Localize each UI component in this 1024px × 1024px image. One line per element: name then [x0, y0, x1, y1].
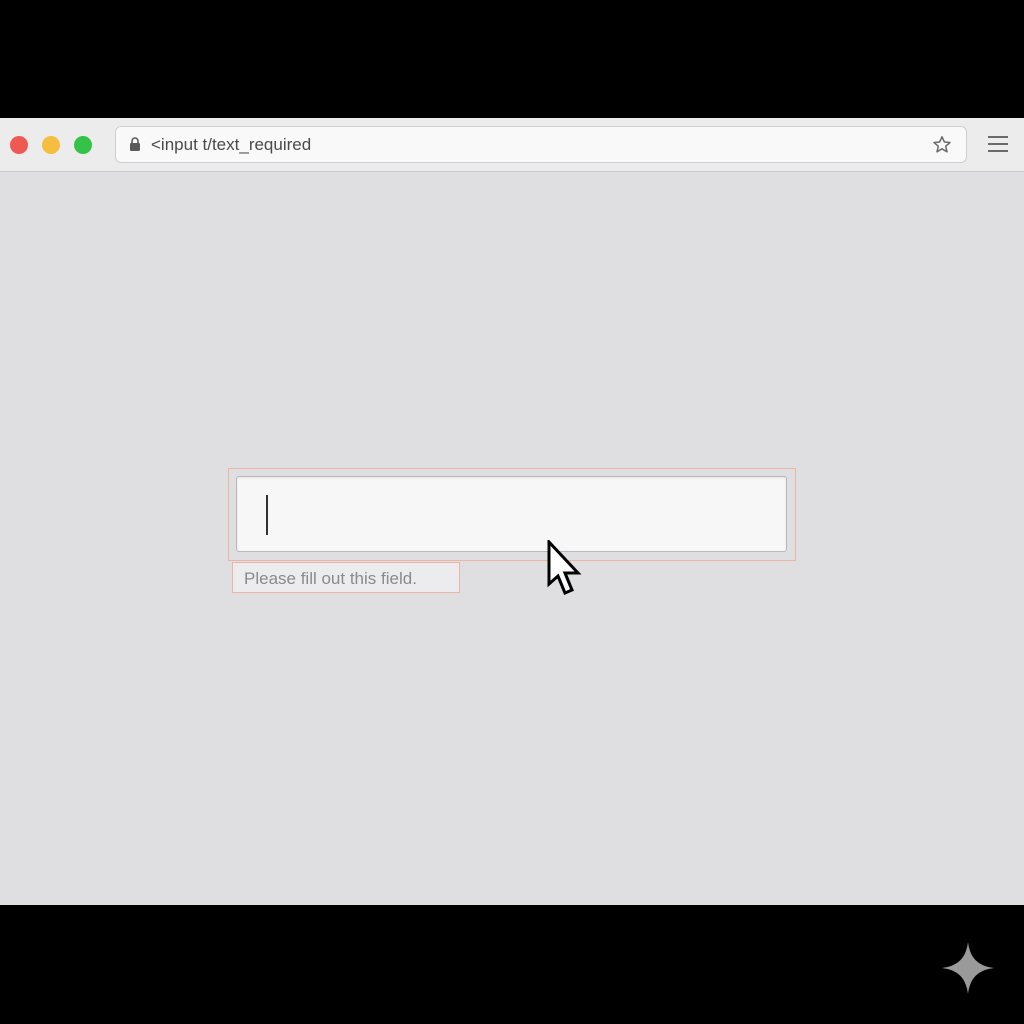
validation-tooltip: Please fill out this field. [232, 562, 460, 593]
validation-message: Please fill out this field. [244, 569, 417, 588]
lock-icon [130, 137, 140, 151]
star-icon[interactable] [932, 135, 952, 155]
letterbox-top [0, 0, 1024, 118]
letterbox-bottom [0, 905, 1024, 1024]
mouse-pointer-icon [547, 540, 582, 595]
url-text: <input t/text_required [151, 135, 312, 154]
close-window-button[interactable] [10, 136, 28, 154]
minimize-window-button[interactable] [42, 136, 60, 154]
page-viewport: Please fill out this field. [0, 172, 1024, 905]
sparkle-icon [942, 942, 994, 994]
text-caret [266, 495, 268, 535]
maximize-window-button[interactable] [74, 136, 92, 154]
hamburger-menu-icon[interactable] [988, 135, 1008, 153]
browser-window: <input t/text_required Please fill out t… [0, 118, 1024, 905]
required-text-input[interactable] [236, 476, 787, 552]
address-bar[interactable]: <input t/text_required [115, 126, 967, 163]
browser-toolbar: <input t/text_required [0, 118, 1024, 172]
